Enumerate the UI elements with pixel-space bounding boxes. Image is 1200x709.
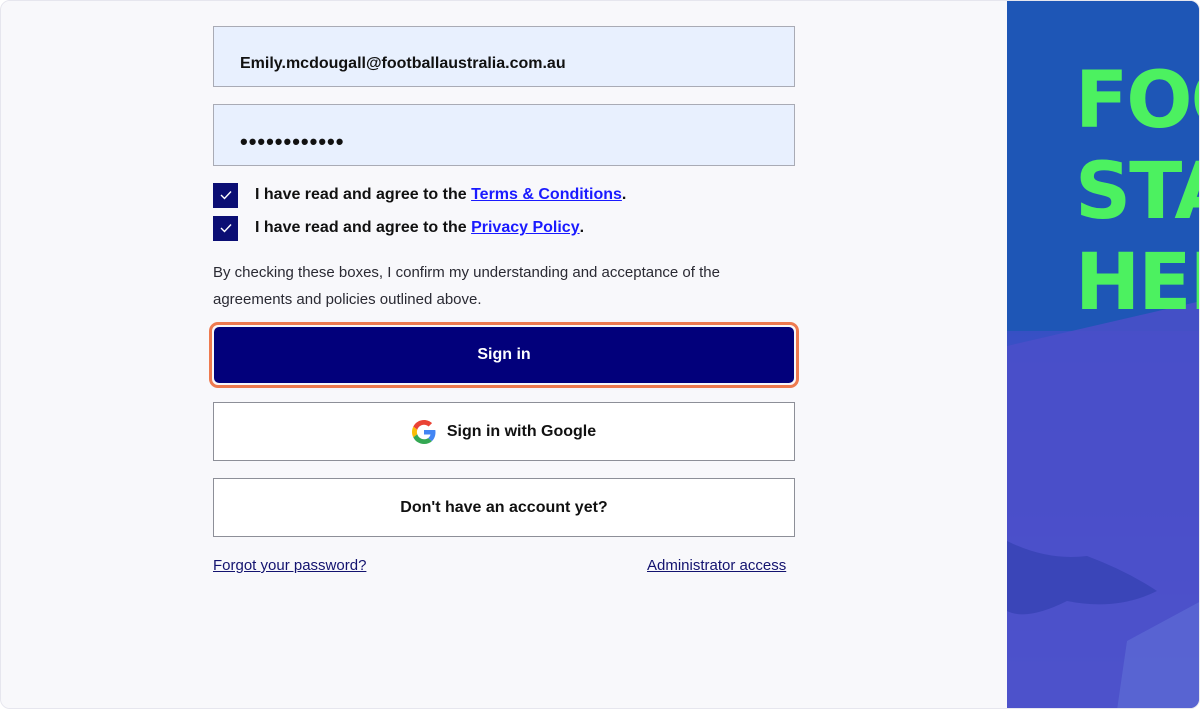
consent-note: By checking these boxes, I confirm my un… [213, 264, 720, 308]
create-account-button[interactable]: Don't have an account yet? [213, 478, 795, 537]
email-value: Emily.mcdougall@footballaustralia.com.au [240, 54, 566, 72]
password-value: •••••••••••• [240, 129, 345, 154]
google-logo-icon [411, 419, 436, 444]
privacy-checkbox[interactable] [213, 215, 238, 241]
privacy-checkbox-row: I have read and agree to the Privacy Pol… [213, 215, 584, 241]
app-window: Emily.mcdougall@footballaustralia.com.au… [0, 0, 1200, 709]
hero-headline: FOO STA HEI [1075, 56, 1199, 329]
google-sign-in-button[interactable]: Sign in with Google [213, 402, 795, 461]
terms-checkbox[interactable] [213, 182, 238, 208]
terms-prefix: I have read and agree to the [255, 186, 472, 203]
privacy-link[interactable]: Privacy Policy [471, 219, 580, 237]
google-sign-in-label: Sign in with Google [446, 422, 597, 440]
privacy-prefix: I have read and agree to the [255, 219, 472, 236]
terms-link[interactable]: Terms & Conditions [471, 186, 622, 204]
hero-line-2: STA [1075, 147, 1199, 237]
sign-in-focus-ring: Sign in [209, 322, 799, 388]
hero-line-1: FOO [1075, 56, 1199, 146]
check-icon [220, 191, 232, 200]
privacy-suffix: . [579, 219, 585, 236]
administrator-access-link[interactable]: Administrator access [647, 557, 786, 574]
forgot-password-link[interactable]: Forgot your password? [213, 557, 366, 574]
check-icon [220, 224, 232, 233]
email-field[interactable]: Emily.mcdougall@footballaustralia.com.au [213, 26, 795, 87]
sign-in-button[interactable]: Sign in [214, 327, 794, 383]
sign-in-form-panel: Emily.mcdougall@footballaustralia.com.au… [1, 1, 1007, 708]
password-field[interactable]: •••••••••••• [213, 104, 795, 166]
terms-checkbox-row: I have read and agree to the Terms & Con… [213, 182, 626, 208]
hero-line-3: HEI [1075, 238, 1199, 328]
terms-suffix: . [621, 186, 627, 203]
hero-image-panel: FOO STA HEI [1007, 1, 1199, 708]
